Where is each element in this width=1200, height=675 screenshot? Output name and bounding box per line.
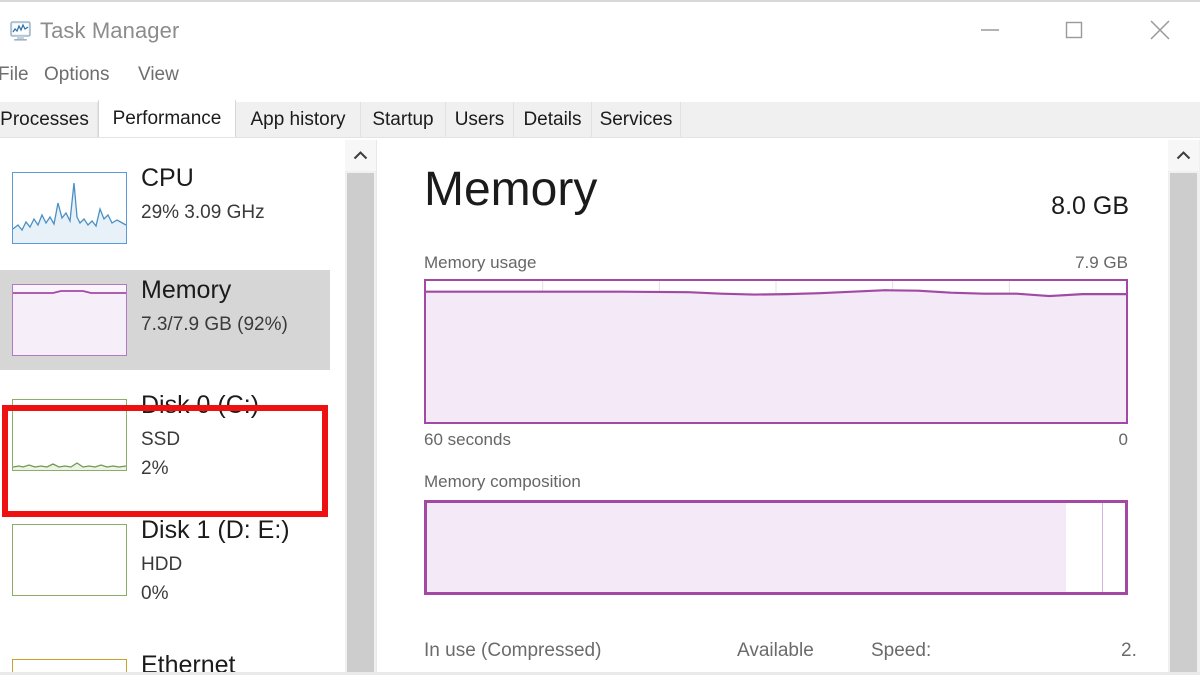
sidebar-scrollbar[interactable]: [345, 140, 376, 675]
panel-scrollbar[interactable]: [1168, 140, 1200, 675]
title-bar: Task Manager: [0, 0, 1200, 58]
memory-usage-max: 7.9 GB: [1075, 253, 1128, 272]
page-title: Memory: [424, 163, 598, 216]
composition-segment-modified: [1065, 503, 1102, 592]
stat-label-3: 2.: [1121, 640, 1137, 661]
sidebar-scroll-up-button[interactable]: [345, 140, 376, 171]
tab-performance[interactable]: Performance: [98, 100, 236, 138]
composition-segment-in-use: [427, 503, 1066, 592]
sidebar-item-disk0[interactable]: Disk 0 (C:) SSD 2%: [0, 385, 330, 500]
panel-scroll-thumb[interactable]: [1170, 173, 1197, 675]
sidebar-item-sub-secondary: 2%: [141, 458, 169, 479]
tab-strip: Processes Performance App history Startup Us…: [0, 100, 1200, 138]
menu-bar: File Options View: [0, 58, 1200, 96]
task-manager-icon: [8, 19, 34, 43]
memory-usage-plot: [426, 281, 1126, 422]
tab-app-history[interactable]: App history: [236, 102, 361, 138]
task-manager-window: Task Manager File Options View Processes…: [0, 0, 1200, 675]
sidebar-item-title: Memory: [141, 276, 232, 304]
stat-label-0: In use (Compressed): [424, 640, 602, 661]
sidebar-item-title: CPU: [141, 164, 194, 192]
memory-usage-label: Memory usage: [424, 253, 537, 272]
graph-axis-right-label: 0: [1118, 430, 1128, 449]
disk0-thumbnail-graph: [12, 399, 127, 471]
sidebar-item-title: Disk 0 (C:): [141, 391, 260, 419]
total-memory-value: 8.0 GB: [1051, 192, 1129, 220]
graph-axis-left-label: 60 seconds: [424, 430, 511, 449]
stat-label-2: Speed:: [871, 640, 932, 661]
memory-composition-bar: [424, 500, 1128, 595]
tab-services[interactable]: Services: [592, 102, 681, 138]
close-button[interactable]: [1132, 2, 1188, 58]
sidebar-item-ethernet[interactable]: Ethernet: [0, 645, 330, 675]
disk1-thumbnail-graph: [12, 524, 127, 596]
tab-startup[interactable]: Startup: [361, 102, 446, 138]
menu-item-options[interactable]: Options: [44, 64, 109, 86]
sidebar-item-memory[interactable]: Memory 7.3/7.9 GB (92%): [0, 270, 330, 370]
sidebar-item-disk1[interactable]: Disk 1 (D: E:) HDD 0%: [0, 510, 330, 625]
sidebar-item-sub-primary: SSD: [141, 429, 181, 450]
stat-label-1: Available: [737, 640, 814, 661]
sidebar-item-sub-secondary: 0%: [141, 583, 169, 604]
tab-users[interactable]: Users: [446, 102, 514, 138]
sidebar-scroll-thumb[interactable]: [347, 173, 374, 673]
close-icon: [1150, 20, 1170, 40]
memory-detail-panel: Memory 8.0 GB Memory usage 7.9 GB 60 sec…: [377, 140, 1167, 675]
memory-usage-graph: [424, 279, 1128, 424]
menu-item-file[interactable]: File: [0, 64, 29, 86]
tab-details[interactable]: Details: [514, 102, 592, 138]
minimize-icon: [981, 29, 999, 31]
sidebar-item-sub-primary: 7.3/7.9 GB (92%): [141, 314, 288, 335]
content-area: CPU 29% 3.09 GHz Memory 7.3/7.9 GB (92%) Dis…: [0, 140, 1200, 675]
chevron-up-icon: [1176, 151, 1191, 160]
window-title: Task Manager: [40, 18, 180, 43]
memory-usage-area: [426, 290, 1126, 422]
sidebar-item-cpu[interactable]: CPU 29% 3.09 GHz: [0, 158, 330, 258]
tab-processes[interactable]: Processes: [0, 102, 98, 138]
chevron-up-icon: [353, 151, 368, 160]
sidebar-item-sub-primary: HDD: [141, 554, 183, 575]
memory-thumbnail-graph: [12, 284, 127, 356]
sidebar-item-sub-primary: 29% 3.09 GHz: [141, 202, 265, 223]
memory-stats-row: In use (Compressed) Available Speed: 2.: [424, 640, 1164, 675]
menu-item-view[interactable]: View: [138, 64, 179, 86]
maximize-icon: [1065, 21, 1083, 39]
resource-sidebar[interactable]: CPU 29% 3.09 GHz Memory 7.3/7.9 GB (92%) Dis…: [0, 140, 345, 675]
panel-scroll-up-button[interactable]: [1168, 140, 1199, 171]
composition-segment-standby-free: [1103, 503, 1125, 592]
memory-composition-label: Memory composition: [424, 472, 581, 491]
tab-strip-underline: [0, 137, 1200, 138]
cpu-thumbnail-graph: [12, 172, 127, 244]
sidebar-item-title: Disk 1 (D: E:): [141, 516, 290, 544]
maximize-button[interactable]: [1046, 2, 1102, 58]
minimize-button[interactable]: [962, 2, 1018, 58]
